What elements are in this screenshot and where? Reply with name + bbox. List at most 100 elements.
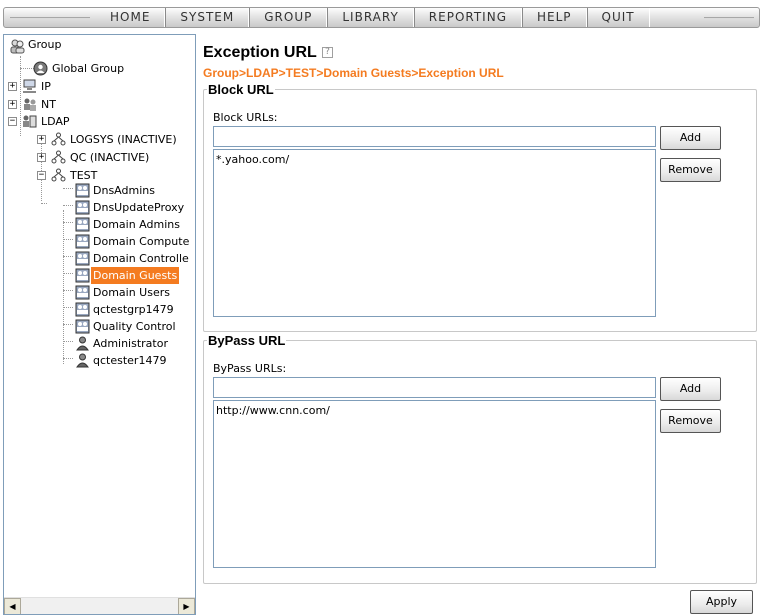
tree-node-quality-control[interactable]: Quality Control xyxy=(75,318,195,335)
scroll-right-arrow-icon[interactable]: ▶ xyxy=(178,598,195,614)
tree-label: Global Group xyxy=(52,62,125,75)
tree-node-qctestgrp1479[interactable]: qctestgrp1479 xyxy=(75,301,195,318)
tree-node-group[interactable]: Group xyxy=(8,38,188,55)
menu-help[interactable]: HELP xyxy=(522,8,587,27)
menu-ridge-right xyxy=(704,17,754,19)
tree-line xyxy=(63,256,73,257)
security-group-icon xyxy=(75,302,90,317)
bypass-urls-label: ByPass URLs: xyxy=(213,362,287,375)
tree-node-domain-guests[interactable]: Domain Guests xyxy=(75,267,195,284)
security-group-icon xyxy=(75,234,90,249)
menu-reporting[interactable]: REPORTING xyxy=(413,8,522,27)
bypass-url-legend: ByPass URL xyxy=(208,333,286,348)
help-icon[interactable]: ? xyxy=(322,47,333,58)
tree-node-domain-users[interactable]: Domain Users xyxy=(75,284,195,301)
menu-items: HOME SYSTEM GROUP LIBRARY REPORTING HELP… xyxy=(96,8,650,27)
tree-label: DnsAdmins xyxy=(93,184,155,197)
tree-label: qctester1479 xyxy=(93,354,167,367)
tree-node-administrator[interactable]: Administrator xyxy=(75,335,195,352)
tree-line xyxy=(63,188,73,189)
block-urls-label: Block URLs: xyxy=(213,111,278,124)
security-group-icon xyxy=(75,319,90,334)
tree-label: QC (INACTIVE) xyxy=(70,151,150,164)
tree-node-dnsadmins[interactable]: DnsAdmins xyxy=(75,182,195,199)
tree-node-ldap[interactable]: LDAP xyxy=(22,113,102,130)
group-tree-panel: Group Global Group + IP + NT − LDAP + LO… xyxy=(3,34,196,615)
menu-library[interactable]: LIBRARY xyxy=(327,8,414,27)
tree-line xyxy=(63,324,73,325)
tree-label-selected: Domain Guests xyxy=(91,267,180,284)
tree-node-dnsupdateproxy[interactable]: DnsUpdateProxy xyxy=(75,199,195,216)
tree-label: LDAP xyxy=(41,115,70,128)
menu-quit[interactable]: QUIT xyxy=(586,8,650,27)
tree-line xyxy=(41,203,47,204)
group-tree: Group Global Group + IP + NT − LDAP + LO… xyxy=(4,35,195,597)
tree-node-ip[interactable]: IP xyxy=(22,78,82,95)
tree-label: Group xyxy=(28,38,62,51)
tree-node-qc[interactable]: QC (INACTIVE) xyxy=(51,149,191,166)
org-unit-icon xyxy=(51,150,66,164)
tree-node-logsys[interactable]: LOGSYS (INACTIVE) xyxy=(51,131,191,148)
breadcrumb: Group>LDAP>TEST>Domain Guests>Exception … xyxy=(203,66,504,80)
tree-line xyxy=(63,222,73,223)
expand-plus-icon[interactable]: + xyxy=(37,153,46,162)
tree-line xyxy=(63,273,73,274)
menu-ridge-left xyxy=(10,17,90,19)
tree-node-global-group[interactable]: Global Group xyxy=(33,60,183,77)
tree-node-domain-computers[interactable]: Domain Compute xyxy=(75,233,195,250)
org-unit-icon xyxy=(51,132,66,146)
tree-label: Administrator xyxy=(93,337,168,350)
users-icon xyxy=(24,98,36,111)
expand-plus-icon[interactable]: + xyxy=(37,135,46,144)
tree-line xyxy=(63,358,73,359)
tree-line xyxy=(41,136,42,201)
tree-line xyxy=(63,341,73,342)
scroll-left-arrow-icon[interactable]: ◀ xyxy=(4,598,21,614)
tree-label: Quality Control xyxy=(93,320,176,333)
tree-line xyxy=(63,205,73,206)
expand-plus-icon[interactable]: + xyxy=(8,82,17,91)
bypass-url-input[interactable] xyxy=(213,377,656,398)
org-unit-icon xyxy=(51,168,66,182)
menu-group[interactable]: GROUP xyxy=(249,8,328,27)
bypass-url-list[interactable]: http://www.cnn.com/ xyxy=(213,400,656,568)
expand-plus-icon[interactable]: + xyxy=(8,100,17,109)
collapse-minus-icon[interactable]: − xyxy=(37,171,46,180)
security-group-icon xyxy=(75,268,90,283)
security-group-icon xyxy=(75,217,90,232)
tree-node-domain-controllers[interactable]: Domain Controlle xyxy=(75,250,195,267)
page-title: Exception URL xyxy=(203,44,317,61)
block-url-input[interactable] xyxy=(213,126,656,147)
security-group-icon xyxy=(75,200,90,215)
block-add-button[interactable]: Add xyxy=(660,126,721,150)
tree-node-qctester1479[interactable]: qctester1479 xyxy=(75,352,195,369)
block-remove-button[interactable]: Remove xyxy=(660,158,721,182)
main-content: Exception URL ? Group>LDAP>TEST>Domain G… xyxy=(203,34,759,616)
top-menu-bar: HOME SYSTEM GROUP LIBRARY REPORTING HELP… xyxy=(0,0,763,32)
menu-strip: HOME SYSTEM GROUP LIBRARY REPORTING HELP… xyxy=(3,7,760,28)
tree-label: LOGSYS (INACTIVE) xyxy=(70,133,177,146)
menu-home[interactable]: HOME xyxy=(96,8,166,27)
apply-button[interactable]: Apply xyxy=(690,590,753,614)
tree-line xyxy=(20,68,34,69)
tree-line xyxy=(63,239,73,240)
tree-label: Domain Compute xyxy=(93,235,190,248)
tree-label: Domain Controlle xyxy=(93,252,189,265)
user-icon xyxy=(76,336,89,351)
tree-label: Domain Admins xyxy=(93,218,180,231)
tree-node-nt[interactable]: NT xyxy=(22,96,82,113)
bypass-add-button[interactable]: Add xyxy=(660,377,721,401)
bypass-remove-button[interactable]: Remove xyxy=(660,409,721,433)
security-group-icon xyxy=(75,183,90,198)
network-icon xyxy=(23,79,36,93)
tree-label: qctestgrp1479 xyxy=(93,303,174,316)
block-url-list[interactable]: *.yahoo.com/ xyxy=(213,149,656,317)
tree-line xyxy=(63,307,73,308)
menu-system[interactable]: SYSTEM xyxy=(165,8,250,27)
tree-label: Domain Users xyxy=(93,286,170,299)
collapse-minus-icon[interactable]: − xyxy=(8,117,17,126)
tree-horizontal-scrollbar[interactable]: ◀ ▶ xyxy=(4,597,195,614)
tree-node-domain-admins[interactable]: Domain Admins xyxy=(75,216,195,233)
tree-label: IP xyxy=(41,80,51,93)
directory-icon xyxy=(23,115,37,128)
